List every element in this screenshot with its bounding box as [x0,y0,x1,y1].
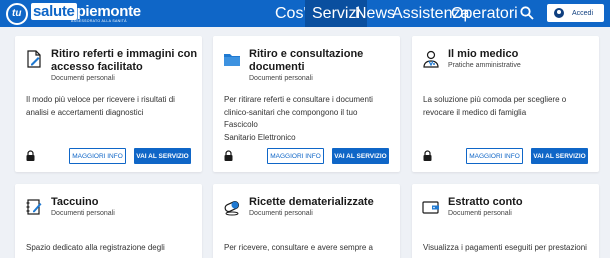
card-description: La soluzione più comoda per scegliere or… [423,95,567,117]
notebook-icon [26,199,42,215]
card-category: Pratiche amministrative [448,62,521,69]
card-title: Estratto conto [448,196,523,208]
service-card-ritiro-referti: Ritiro referti e immagini con accesso fac… [15,36,202,172]
logo-mark: tu [6,2,28,25]
lock-icon [26,150,35,161]
service-card-il-mio-medico: Il mio medico Pratiche amministrative La… [412,36,599,172]
card-title: Ritiro referti e immagini con accesso fac… [51,48,198,73]
salute-piemonte-logo[interactable]: tu salute piemonte ASSESSORATO ALLA SANIT… [6,2,141,25]
card-title: Il mio medico [448,48,519,60]
more-info-button[interactable]: MAGGIORI INFO [69,148,126,164]
nav-operatori[interactable]: Operatori [451,0,518,27]
more-info-button[interactable]: MAGGIORI INFO [267,148,324,164]
card-description: Visualizza i pagamenti eseguiti per pres… [423,243,587,252]
card-category: Documenti personali [249,210,313,217]
user-icon [554,8,564,18]
service-card-estratto-conto: Estratto conto Documenti personali Visua… [412,184,599,258]
logo-word-salute: salute [31,2,77,20]
card-category: Documenti personali [51,75,115,82]
lock-icon [224,150,233,161]
more-info-button[interactable]: MAGGIORI INFO [466,148,523,164]
service-card-taccuino: Taccuino Documenti personali Spazio dedi… [15,184,202,258]
card-category: Documenti personali [448,210,512,217]
card-category: Documenti personali [51,210,115,217]
card-title: Ritiro e consultazione documenti [249,48,364,73]
logo-word-piemonte: piemonte [76,2,142,20]
logo-subtitle: ASSESSORATO ALLA SANITÀ [71,18,127,23]
top-navigation-bar: tu salute piemonte ASSESSORATO ALLA SANIT… [0,0,610,27]
document-edit-icon [27,50,41,68]
card-description: Il modo più veloce per ricevere i risult… [26,95,175,117]
go-to-service-button[interactable]: VAI AL SERVIZIO [332,148,389,164]
lock-icon [423,150,432,161]
service-card-ricette: Ricette dematerializzate Documenti perso… [213,184,400,258]
card-title: Ricette dematerializzate [249,196,374,208]
pill-icon [224,200,240,216]
nav-news[interactable]: News [355,0,395,27]
card-description: Per ricevere, consultare e avere sempre … [224,243,373,252]
search-icon[interactable] [520,6,534,20]
go-to-service-button[interactable]: VAI AL SERVIZIO [531,148,588,164]
card-title: Taccuino [51,196,99,208]
service-card-ritiro-documenti: Ritiro e consultazione documenti Document… [213,36,400,172]
doctor-icon [423,50,439,68]
card-category: Documenti personali [249,75,313,82]
wallet-icon [422,201,439,214]
logo-symbol: tu [12,7,22,19]
login-button[interactable]: Accedi [547,4,604,22]
login-label: Accedi [572,9,594,17]
card-description: Per ritirare referti e consultare i docu… [224,95,373,142]
card-description: Spazio dedicato alla registrazione degli [26,243,165,252]
folder-icon [224,54,240,66]
go-to-service-button[interactable]: VAI AL SERVIZIO [134,148,191,164]
